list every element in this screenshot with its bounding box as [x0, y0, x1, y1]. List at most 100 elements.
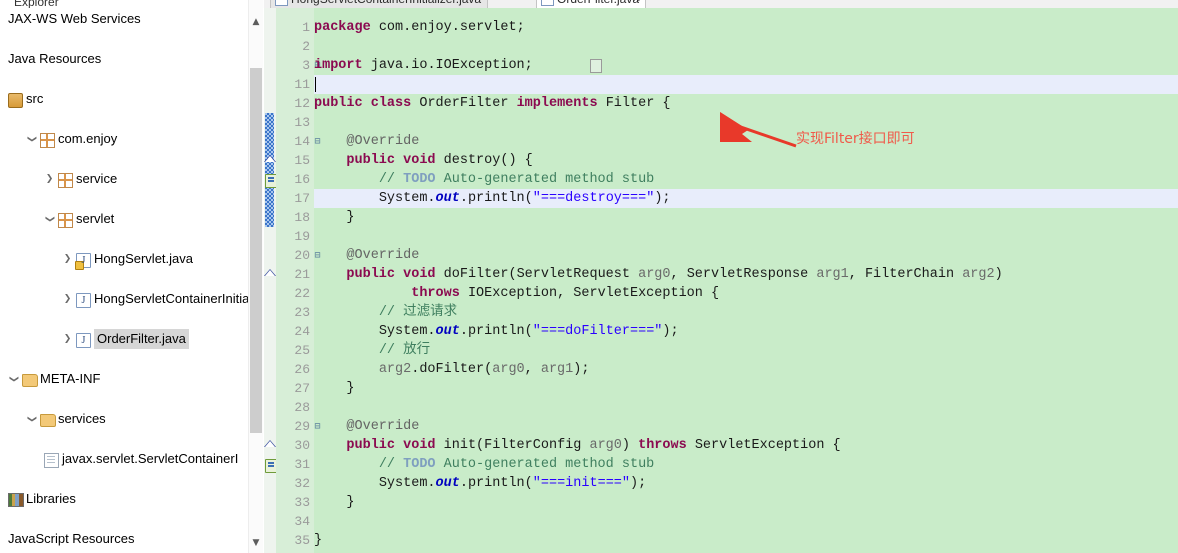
- scroll-down-icon[interactable]: ▼: [249, 535, 263, 551]
- code-line: // TODO Auto-generated method stub: [378, 172, 655, 187]
- editor-tab-active[interactable]: OrderFilter.java ✕: [536, 0, 647, 8]
- tree-item[interactable]: ❯ META-INF: [0, 369, 248, 389]
- java-file-icon: [275, 0, 288, 6]
- tree-item[interactable]: ❯ HongServlet.java: [0, 249, 248, 271]
- line-number: 24: [294, 324, 310, 339]
- line-number: 32: [294, 476, 310, 491]
- code-line: }: [314, 495, 355, 510]
- tree-item-label: service: [76, 171, 118, 186]
- tree-item-label: Java Resources: [8, 51, 102, 66]
- tree-item[interactable]: JAX-WS Web Services: [0, 9, 248, 29]
- tree-item-label: JavaScript Resources: [8, 531, 135, 546]
- tree-item-label: src: [26, 91, 44, 106]
- code-line: import java.io.IOException;: [314, 58, 533, 73]
- code-line: System.out.println("===destroy===");: [378, 191, 671, 206]
- package-icon: [58, 213, 73, 228]
- todo-marker-icon[interactable]: [264, 455, 278, 474]
- tree-item[interactable]: Java Resources: [0, 49, 248, 69]
- library-icon: [8, 493, 24, 507]
- folder-icon: [40, 414, 56, 427]
- package-explorer-title: Explorer: [14, 0, 59, 8]
- line-number: 21: [294, 267, 310, 282]
- code-line: // TODO Auto-generated method stub: [378, 457, 655, 472]
- project-tree[interactable]: JAX-WS Web Services Java Resources src ❯ com…: [0, 9, 248, 549]
- line-number: 33: [294, 495, 310, 510]
- code-line: System.out.println("===init===");: [378, 476, 647, 491]
- collapse-arrow-icon[interactable]: ❯: [40, 214, 60, 225]
- line-number: 1: [302, 20, 310, 35]
- line-number: 13: [294, 115, 310, 130]
- tree-item-label: META-INF: [40, 371, 101, 386]
- todo-marker-icon[interactable]: [264, 170, 278, 189]
- collapsed-imports-icon[interactable]: [590, 59, 602, 73]
- code-text-area[interactable]: package com.enjoy.servlet; import java.io…: [314, 8, 1178, 553]
- line-number: 29: [294, 419, 310, 434]
- override-marker-icon[interactable]: [264, 265, 276, 284]
- line-number: 18: [294, 210, 310, 225]
- editor-tab-inactive[interactable]: HongServletContainerInitializer.java: [270, 0, 489, 8]
- tree-item[interactable]: JavaScript Resources: [0, 529, 248, 549]
- tree-item-label: com.enjoy: [58, 131, 118, 146]
- code-line: }: [314, 381, 355, 396]
- tree-item[interactable]: Libraries: [0, 489, 248, 509]
- line-number: 23: [294, 305, 310, 320]
- line-number: 30: [294, 438, 310, 453]
- line-number: 31: [294, 457, 310, 472]
- line-number: 2: [302, 39, 310, 54]
- red-arrow-icon: [720, 112, 797, 148]
- code-line: public void doFilter(ServletRequest arg0…: [346, 267, 1003, 282]
- tree-item[interactable]: ❯ OrderFilter.java: [0, 329, 248, 351]
- override-marker-icon[interactable]: [264, 436, 276, 455]
- tree-item[interactable]: ❯ service: [0, 169, 248, 189]
- collapse-arrow-icon[interactable]: ❯: [22, 414, 42, 425]
- collapse-arrow-icon[interactable]: ❯: [22, 134, 42, 145]
- java-file-icon: [76, 291, 91, 311]
- tree-item[interactable]: ❯ com.enjoy: [0, 129, 248, 149]
- code-line: }: [314, 533, 323, 548]
- line-number: 12: [294, 96, 310, 111]
- tree-item[interactable]: src: [0, 89, 248, 109]
- scroll-up-icon[interactable]: ▲: [249, 14, 263, 30]
- editor-body[interactable]: 1 2 3 ⊞ 11 12 13 14 ⊟ 15 16 17 18 19 20 ⊟ 21 22 23 24 25 26 27…: [264, 8, 1178, 553]
- package-explorer-panel: Explorer JAX-WS Web Services Java Resourc…: [0, 0, 248, 553]
- line-number: 27: [294, 381, 310, 396]
- tree-item[interactable]: ❯ servlet: [0, 209, 248, 229]
- highlighted-line: [314, 75, 1178, 94]
- expand-arrow-icon[interactable]: ❯: [44, 169, 55, 189]
- package-root-icon: [8, 93, 23, 108]
- code-line: // 过滤请求: [378, 305, 458, 320]
- tree-item[interactable]: ❯ services: [0, 409, 248, 429]
- collapse-arrow-icon[interactable]: ❯: [4, 374, 24, 385]
- tree-item-label: servlet: [76, 211, 115, 226]
- tree-item[interactable]: javax.servlet.ServletContainerI: [0, 449, 248, 469]
- code-line: @Override: [346, 419, 420, 434]
- line-number: 28: [294, 400, 310, 415]
- expand-arrow-icon[interactable]: ❯: [62, 249, 73, 269]
- explorer-scrollbar[interactable]: ▲ ▼: [248, 0, 263, 553]
- line-number: 35: [294, 533, 310, 548]
- code-line: public class OrderFilter implements Filt…: [314, 96, 671, 111]
- warning-badge-icon: [75, 261, 84, 270]
- code-line: throws IOException, ServletException {: [411, 286, 720, 301]
- file-icon: [44, 453, 59, 468]
- java-file-icon: [76, 331, 91, 351]
- tree-item-label: HongServletContainerInitialize: [94, 291, 248, 306]
- tree-item-label: OrderFilter.java: [94, 329, 189, 349]
- scrollbar-thumb[interactable]: [250, 68, 262, 433]
- code-line: }: [314, 210, 355, 225]
- tree-item-label: Libraries: [26, 491, 76, 506]
- close-icon[interactable]: ✕: [632, 0, 641, 8]
- line-number: 11: [294, 77, 310, 92]
- override-marker-icon[interactable]: [264, 151, 276, 170]
- expand-arrow-icon[interactable]: ❯: [62, 289, 73, 309]
- code-line: public void init(FilterConfig arg0) thro…: [346, 438, 841, 453]
- text-caret: [315, 77, 316, 92]
- package-icon: [58, 173, 73, 188]
- line-number: 25: [294, 343, 310, 358]
- code-editor: HongServletContainerInitializer.java Ord…: [264, 0, 1178, 553]
- code-line: @Override: [346, 248, 420, 263]
- expand-arrow-icon[interactable]: ❯: [62, 329, 73, 349]
- tree-item[interactable]: ❯ HongServletContainerInitialize: [0, 289, 248, 311]
- line-number: 34: [294, 514, 310, 529]
- package-icon: [40, 133, 55, 148]
